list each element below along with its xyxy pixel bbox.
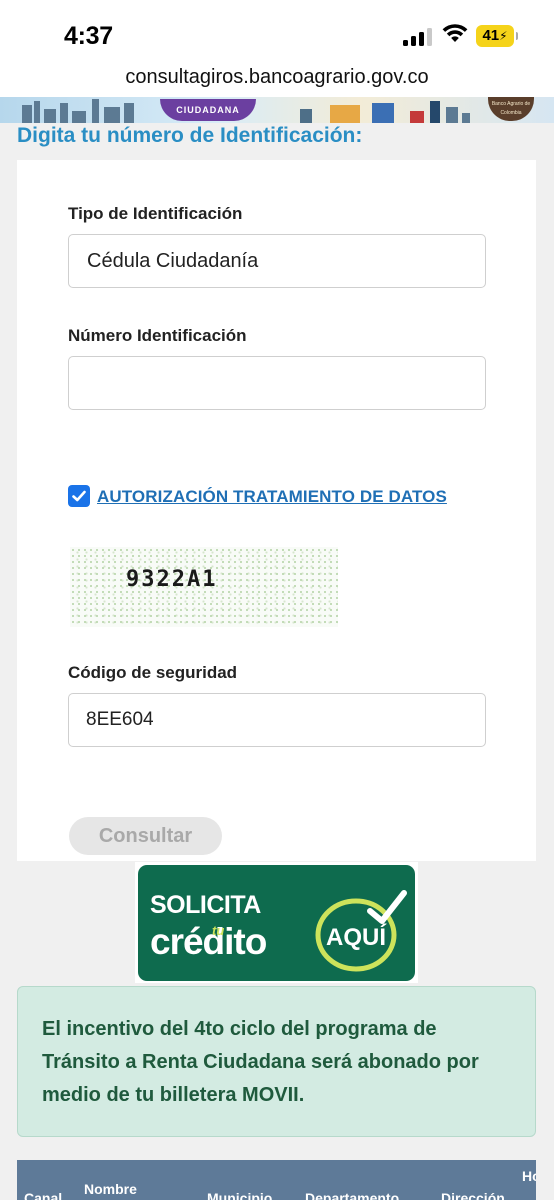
- promo-line1: SOLICITA: [150, 891, 261, 919]
- url-text[interactable]: consultagiros.bancoagrario.gov.co: [0, 66, 554, 89]
- results-table-header: Canal Nombre Municipio Departamento Dire…: [17, 1160, 536, 1200]
- status-bar: 4:37 41⚡: [0, 0, 554, 60]
- promo-background[interactable]: SOLICITA crédito tu AQUÍ: [138, 865, 415, 981]
- wifi-icon: [442, 24, 468, 42]
- checkmark-icon: [72, 490, 86, 502]
- table-header-cell: Dirección: [441, 1190, 505, 1200]
- identification-form: Tipo de Identificación Cédula Ciudadanía…: [17, 160, 536, 861]
- security-code-input[interactable]: 8EE604: [68, 693, 486, 747]
- table-header-cell: Departamento: [305, 1190, 400, 1200]
- bank-logo: Banco Agrario de Colombia: [488, 97, 534, 121]
- info-notice: El incentivo del 4to ciclo del programa …: [17, 986, 536, 1137]
- notice-text: El incentivo del 4to ciclo del programa …: [42, 1018, 479, 1106]
- header-banner: CIUDADANA Banco Agrario de Colombia: [0, 97, 554, 123]
- authorization-checkbox[interactable]: [68, 485, 90, 507]
- table-header-cell: Nombre: [84, 1181, 137, 1197]
- battery-icon: 41⚡: [476, 25, 518, 47]
- captcha-image: 9322A1: [70, 547, 338, 627]
- status-time: 4:37: [64, 22, 113, 50]
- table-header-cell: Municipio: [207, 1190, 273, 1200]
- promo-line3: crédito: [150, 921, 267, 962]
- battery-level: 41: [482, 27, 500, 44]
- id-type-label: Tipo de Identificación: [68, 204, 243, 223]
- page-title: Digita tu número de Identificación:: [17, 124, 363, 147]
- promo-line2: tu: [212, 923, 225, 938]
- credit-promo-ad[interactable]: SOLICITA crédito tu AQUÍ: [135, 862, 418, 983]
- table-header-cell: Canal: [24, 1190, 63, 1200]
- banner-badge: CIUDADANA: [160, 99, 256, 121]
- authorization-link[interactable]: AUTORIZACIÓN TRATAMIENTO DE DATOS: [97, 487, 447, 507]
- promo-badge-text: AQUÍ: [326, 923, 387, 951]
- id-number-input[interactable]: [68, 356, 486, 410]
- consultar-button[interactable]: Consultar: [69, 817, 222, 855]
- id-number-label: Número Identificación: [68, 326, 247, 345]
- captcha-text: 9322A1: [126, 567, 218, 592]
- id-type-select[interactable]: Cédula Ciudadanía: [68, 234, 486, 288]
- security-code-label: Código de seguridad: [68, 663, 238, 682]
- table-header-cell: Ho: [522, 1168, 536, 1184]
- aqui-badge-icon: AQUÍ: [315, 890, 407, 972]
- browser-url-bar[interactable]: consultagiros.bancoagrario.gov.co: [0, 60, 554, 97]
- cellular-signal-icon: [403, 28, 433, 46]
